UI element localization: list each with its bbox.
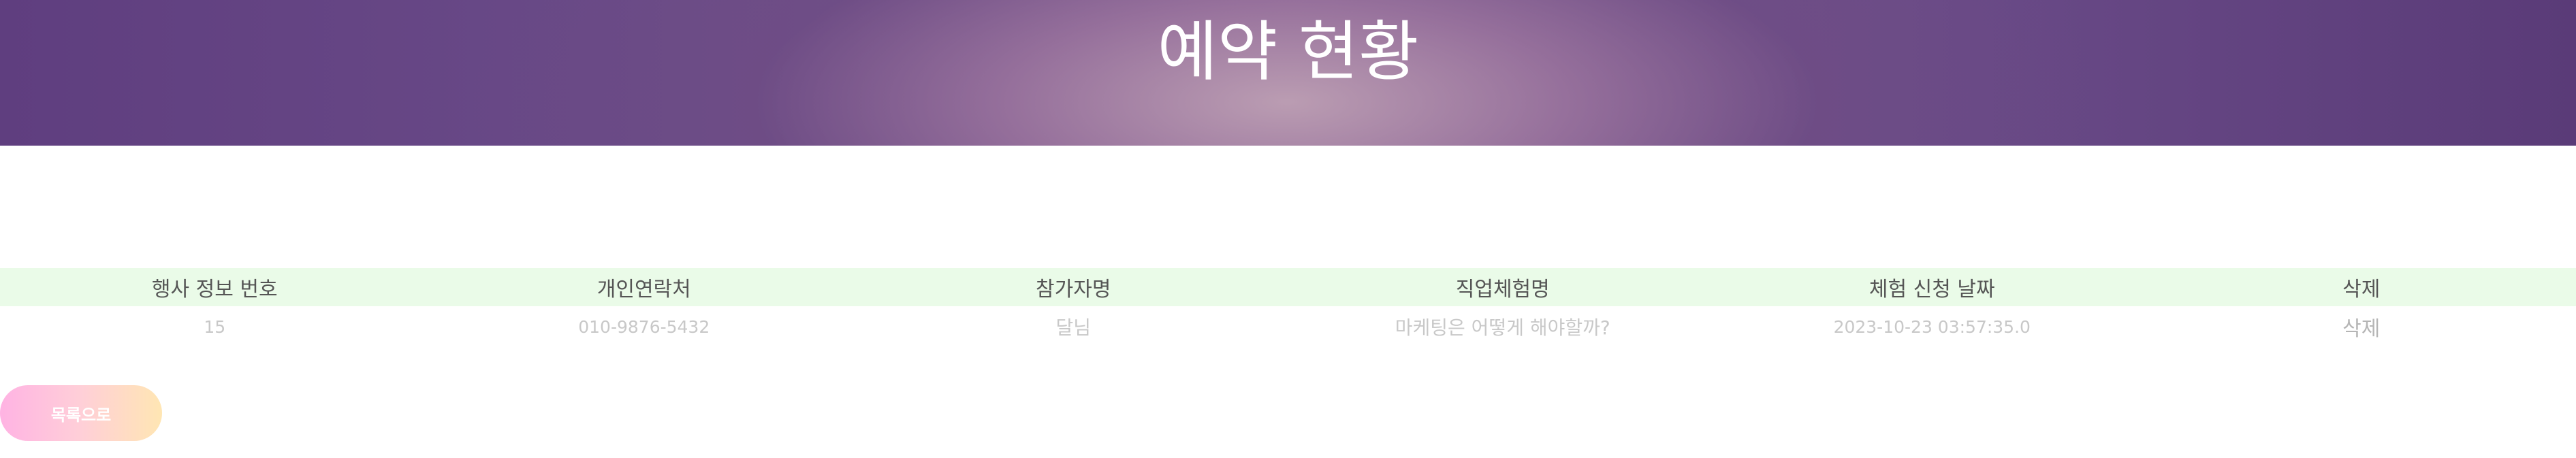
header-program: 직업체험명 — [1455, 278, 1550, 301]
reservation-table: 행사 정보 번호 개인연락처 참가자명 직업체험명 체험 신청 날짜 삭제 15… — [0, 268, 2576, 347]
table-body: 15 010-9876-5432 달님 마케팅은 어떻게 해야할까? 2023-… — [0, 306, 2576, 347]
page-banner: 예약 현황 — [0, 0, 2576, 146]
table-header: 행사 정보 번호 개인연락처 참가자명 직업체험명 체험 신청 날짜 삭제 — [0, 268, 2576, 306]
header-event-number: 행사 정보 번호 — [151, 278, 278, 301]
cell-participant: 달님 — [1055, 316, 1092, 339]
header-participant: 참가자명 — [1036, 278, 1111, 301]
reservation-table-container: 행사 정보 번호 개인연락처 참가자명 직업체험명 체험 신청 날짜 삭제 15… — [0, 268, 2576, 347]
header-phone: 개인연락처 — [597, 278, 691, 301]
delete-link[interactable]: 삭제 — [2147, 306, 2576, 347]
page-title: 예약 현황 — [1157, 14, 1419, 90]
table-row: 15 010-9876-5432 달님 마케팅은 어떻게 해야할까? 2023-… — [0, 306, 2576, 347]
header-delete: 삭제 — [2342, 278, 2381, 301]
back-to-list-button[interactable]: 목록으로 — [0, 385, 162, 441]
table-header-row: 행사 정보 번호 개인연락처 참가자명 직업체험명 체험 신청 날짜 삭제 — [0, 268, 2576, 306]
cell-event-number: 15 — [204, 316, 226, 337]
header-apply-date: 체험 신청 날짜 — [1869, 278, 1995, 301]
cell-phone: 010-9876-5432 — [578, 316, 710, 337]
cell-program: 마케팅은 어떻게 해야할까? — [1395, 316, 1610, 339]
cell-apply-date: 2023-10-23 03:57:35.0 — [1833, 316, 2031, 337]
